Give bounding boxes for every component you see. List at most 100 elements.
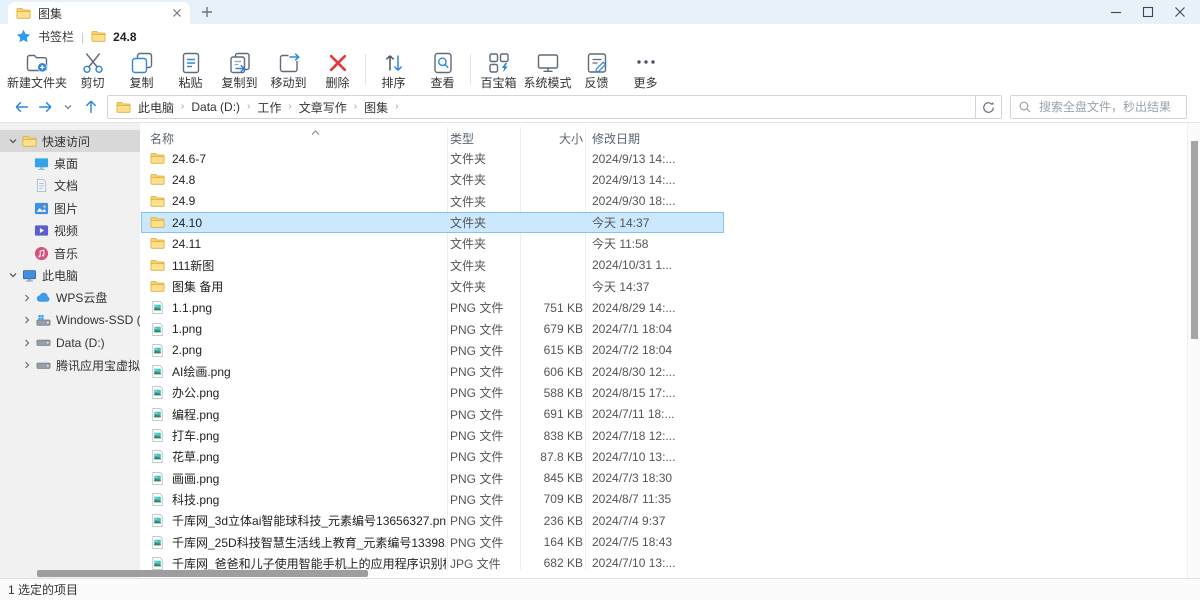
file-size: 751 KB [509, 297, 583, 318]
file-date: 2024/7/1 18:04 [592, 318, 672, 339]
sort-ascending-icon[interactable] [310, 125, 321, 143]
file-row[interactable]: 办公.png PNG 文件 588 KB 2024/8/15 17:... [141, 382, 724, 403]
file-row[interactable]: 打车.png PNG 文件 838 KB 2024/7/18 12:... [141, 425, 724, 446]
file-row[interactable]: 24.11 文件夹 今天 11:58 [141, 233, 724, 254]
column-header-name[interactable]: 名称 [150, 130, 174, 147]
tab-close-icon[interactable] [172, 8, 182, 18]
toolbar-button-system-mode[interactable]: 系统模式 [523, 50, 572, 91]
toolbar-button-feedback[interactable]: 反馈 [572, 50, 621, 91]
file-row[interactable]: 科技.png PNG 文件 709 KB 2024/8/7 11:35 [141, 489, 724, 510]
toolbar-button-new-folder[interactable]: 新建文件夹 [6, 50, 68, 91]
file-row[interactable]: 24.10 文件夹 今天 14:37 [141, 212, 724, 233]
vertical-scrollbar[interactable] [1187, 123, 1200, 578]
bookmark-folder-label[interactable]: 24.8 [113, 30, 136, 44]
close-button[interactable] [1164, 0, 1196, 24]
toolbar-button-more[interactable]: 更多 [621, 50, 670, 91]
chevron-down-icon[interactable] [8, 136, 18, 146]
minimize-button[interactable] [1100, 0, 1132, 24]
sidebar-item-1-3[interactable]: 腾讯应用宝虚拟磁盘 (T: [0, 354, 140, 376]
breadcrumb-segment[interactable]: 工作 [257, 99, 281, 116]
file-date: 2024/7/10 13:... [592, 553, 675, 574]
file-row[interactable]: 图集 备用 文件夹 今天 14:37 [141, 276, 724, 297]
desktop-icon [34, 156, 49, 171]
file-row[interactable]: 1.1.png PNG 文件 751 KB 2024/8/29 14:... [141, 297, 724, 318]
toolbar-button-paste[interactable]: 粘贴 [166, 50, 215, 91]
chevron-right-icon[interactable] [22, 315, 32, 325]
chevron-right-icon[interactable] [22, 338, 32, 348]
maximize-button[interactable] [1132, 0, 1164, 24]
main-area: 快速访问 桌面 文档 图片 视频 音乐 [0, 122, 1200, 578]
horizontal-scrollbar-thumb[interactable] [37, 570, 368, 577]
toolbar-button-delete[interactable]: 删除 [313, 50, 362, 91]
search-box[interactable] [1010, 95, 1187, 119]
file-rows: 24.6-7 文件夹 2024/9/13 14:... 24.8 文件夹 202… [140, 148, 1188, 578]
breadcrumb[interactable]: 此电脑 ›Data (D:) ›工作 ›文章写作 ›图集 › [107, 95, 976, 119]
sort-icon [381, 50, 407, 76]
back-button[interactable] [10, 98, 33, 116]
file-size [509, 191, 583, 212]
up-button[interactable] [79, 98, 102, 116]
file-type: PNG 文件 [450, 318, 503, 339]
file-type: PNG 文件 [450, 468, 503, 489]
sidebar-item-0-0[interactable]: 桌面 [0, 152, 140, 174]
sidebar-section-1[interactable]: 此电脑 [0, 264, 140, 286]
file-row[interactable]: AI绘画.png PNG 文件 606 KB 2024/8/30 12:... [141, 361, 724, 382]
file-name: 24.9 [172, 194, 195, 208]
file-size: 679 KB [509, 318, 583, 339]
toolbar-button-sort[interactable]: 排序 [369, 50, 418, 91]
toolbar-button-label: 粘贴 [178, 76, 202, 90]
toolbar-button-move-to[interactable]: 移动到 [264, 50, 313, 91]
toolbar-button-toolbox[interactable]: 百宝箱 [474, 50, 523, 91]
sidebar-item-0-3[interactable]: 视频 [0, 220, 140, 242]
file-row[interactable]: 1.png PNG 文件 679 KB 2024/7/1 18:04 [141, 318, 724, 339]
column-header-date[interactable]: 修改日期 [592, 130, 640, 147]
toolbar-button-view[interactable]: 查看 [418, 50, 467, 91]
chevron-right-icon[interactable] [22, 293, 32, 303]
chevron-down-icon[interactable] [8, 270, 18, 280]
file-row[interactable]: 千库网_3d立体ai智能球科技_元素编号13656327.png PNG 文件 … [141, 510, 724, 531]
file-row[interactable]: 2.png PNG 文件 615 KB 2024/7/2 18:04 [141, 340, 724, 361]
breadcrumb-segment[interactable]: 文章写作 [299, 99, 347, 116]
refresh-button[interactable] [976, 95, 1002, 119]
breadcrumb-segment[interactable]: Data (D:) [191, 100, 240, 114]
browser-tab[interactable]: 图集 [8, 2, 190, 24]
file-row[interactable]: 画画.png PNG 文件 845 KB 2024/7/3 18:30 [141, 468, 724, 489]
new-tab-button[interactable] [200, 5, 214, 19]
computer-icon [22, 268, 37, 283]
toolbar-button-cut[interactable]: 剪切 [68, 50, 117, 91]
file-row[interactable]: 111新图 文件夹 2024/10/31 1... [141, 255, 724, 276]
chevron-right-icon: › [288, 101, 291, 112]
file-row[interactable]: 24.6-7 文件夹 2024/9/13 14:... [141, 148, 724, 169]
toolbar-button-copy-to[interactable]: 复制到 [215, 50, 264, 91]
file-row[interactable]: 编程.png PNG 文件 691 KB 2024/7/11 18:... [141, 404, 724, 425]
drive-windows-icon [36, 313, 51, 328]
sidebar-item-1-1[interactable]: Windows-SSD (C:) [0, 309, 140, 331]
breadcrumb-segment[interactable]: 图集 [364, 99, 388, 116]
column-header-size[interactable]: 大小 [520, 130, 583, 147]
file-row[interactable]: 花草.png PNG 文件 87.8 KB 2024/7/10 13:... [141, 446, 724, 467]
sidebar-item-0-4[interactable]: 音乐 [0, 242, 140, 264]
file-size [509, 148, 583, 169]
sidebar-item-1-0[interactable]: WPS云盘 [0, 287, 140, 309]
vertical-scrollbar-thumb[interactable] [1191, 141, 1198, 339]
forward-button[interactable] [33, 98, 56, 116]
sidebar-section-label: 快速访问 [42, 133, 90, 150]
sidebar-item-0-1[interactable]: 文档 [0, 175, 140, 197]
folder-icon [22, 134, 37, 149]
history-chevron-icon[interactable] [56, 102, 79, 112]
chevron-right-icon[interactable] [22, 360, 32, 370]
file-row[interactable]: 24.9 文件夹 2024/9/30 18:... [141, 191, 724, 212]
file-row[interactable]: 千库网_25D科技智慧生活线上教育_元素编号13398121.png PNG 文… [141, 531, 724, 552]
bookmarks-label[interactable]: 书签栏 [38, 28, 74, 45]
sidebar-item-0-2[interactable]: 图片 [0, 197, 140, 219]
file-row[interactable]: 24.8 文件夹 2024/9/13 14:... [141, 169, 724, 190]
toolbar-button-copy[interactable]: 复制 [117, 50, 166, 91]
file-type: 文件夹 [450, 212, 486, 233]
sidebar-section-0[interactable]: 快速访问 [0, 130, 140, 152]
breadcrumb-segment[interactable]: 此电脑 [138, 99, 174, 116]
sidebar-item-1-2[interactable]: Data (D:) [0, 332, 140, 354]
search-input[interactable] [1037, 99, 1179, 115]
column-header-type[interactable]: 类型 [450, 130, 474, 147]
document-icon [34, 178, 49, 193]
folder-icon [150, 172, 165, 187]
